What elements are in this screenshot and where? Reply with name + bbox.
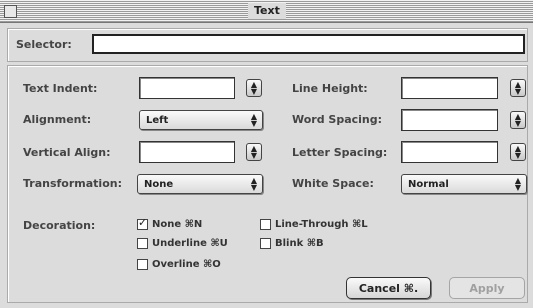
word-spacing-input[interactable] bbox=[401, 109, 498, 131]
vertical-align-input[interactable] bbox=[139, 141, 235, 163]
decoration-blink-label: Blink ⌘B bbox=[275, 238, 324, 249]
apply-button[interactable]: Apply bbox=[449, 277, 525, 299]
checkbox-icon bbox=[137, 259, 148, 270]
decoration-none-label: None ⌘N bbox=[152, 219, 203, 230]
stepper-down-icon: ▼ bbox=[514, 87, 522, 96]
decoration-none-checkbox[interactable]: None ⌘N bbox=[137, 216, 203, 230]
checkbox-icon bbox=[137, 238, 148, 249]
checkbox-icon bbox=[260, 238, 271, 249]
cancel-button[interactable]: Cancel ⌘. bbox=[346, 277, 431, 299]
stepper-down-icon: ▼ bbox=[514, 119, 522, 128]
window-title: Text bbox=[248, 3, 286, 19]
letter-spacing-input[interactable] bbox=[401, 141, 498, 163]
transformation-value: None bbox=[144, 178, 174, 190]
word-spacing-label: Word Spacing: bbox=[292, 113, 383, 126]
text-indent-label: Text Indent: bbox=[23, 82, 98, 95]
selector-label: Selector: bbox=[16, 38, 72, 51]
white-space-select[interactable]: Normal ▲ ▼ bbox=[401, 174, 527, 194]
popup-arrows-icon: ▲ ▼ bbox=[250, 112, 257, 128]
letter-spacing-label: Letter Spacing: bbox=[292, 146, 388, 159]
decoration-overline-checkbox[interactable]: Overline ⌘O bbox=[137, 259, 221, 270]
selector-input[interactable] bbox=[92, 34, 525, 54]
checkbox-checked-icon bbox=[137, 216, 148, 230]
line-height-stepper[interactable]: ▲ ▼ bbox=[510, 79, 526, 97]
text-indent-units-stepper[interactable]: ▲ ▼ bbox=[246, 79, 262, 97]
alignment-label: Alignment: bbox=[23, 113, 92, 126]
decoration-label: Decoration: bbox=[23, 219, 96, 232]
alignment-select[interactable]: Left ▲ ▼ bbox=[139, 110, 263, 130]
stepper-down-icon: ▼ bbox=[514, 151, 522, 160]
white-space-value: Normal bbox=[408, 178, 449, 190]
white-space-label: White Space: bbox=[292, 177, 374, 190]
decoration-line-through-checkbox[interactable]: Line-Through ⌘L bbox=[260, 219, 368, 230]
popup-arrows-icon: ▲ ▼ bbox=[250, 176, 257, 192]
letter-spacing-stepper[interactable]: ▲ ▼ bbox=[510, 143, 526, 161]
decoration-underline-label: Underline ⌘U bbox=[152, 238, 228, 249]
vertical-align-label: Vertical Align: bbox=[23, 146, 111, 159]
vertical-align-stepper[interactable]: ▲ ▼ bbox=[246, 143, 262, 161]
transformation-select[interactable]: None ▲ ▼ bbox=[137, 174, 263, 194]
alignment-value: Left bbox=[146, 114, 169, 126]
popup-arrows-icon: ▲ ▼ bbox=[514, 176, 521, 192]
close-box[interactable] bbox=[4, 5, 17, 18]
checkbox-icon bbox=[260, 219, 271, 230]
decoration-blink-checkbox[interactable]: Blink ⌘B bbox=[260, 238, 324, 249]
line-height-input[interactable] bbox=[401, 77, 498, 99]
transformation-label: Transformation: bbox=[23, 177, 122, 190]
word-spacing-stepper[interactable]: ▲ ▼ bbox=[510, 111, 526, 129]
text-indent-input[interactable] bbox=[139, 77, 235, 99]
line-height-label: Line Height: bbox=[292, 82, 368, 95]
decoration-underline-checkbox[interactable]: Underline ⌘U bbox=[137, 238, 228, 249]
stepper-down-icon: ▼ bbox=[250, 87, 258, 96]
stepper-down-icon: ▼ bbox=[250, 151, 258, 160]
decoration-line-through-label: Line-Through ⌘L bbox=[275, 219, 368, 230]
decoration-overline-label: Overline ⌘O bbox=[152, 259, 221, 270]
